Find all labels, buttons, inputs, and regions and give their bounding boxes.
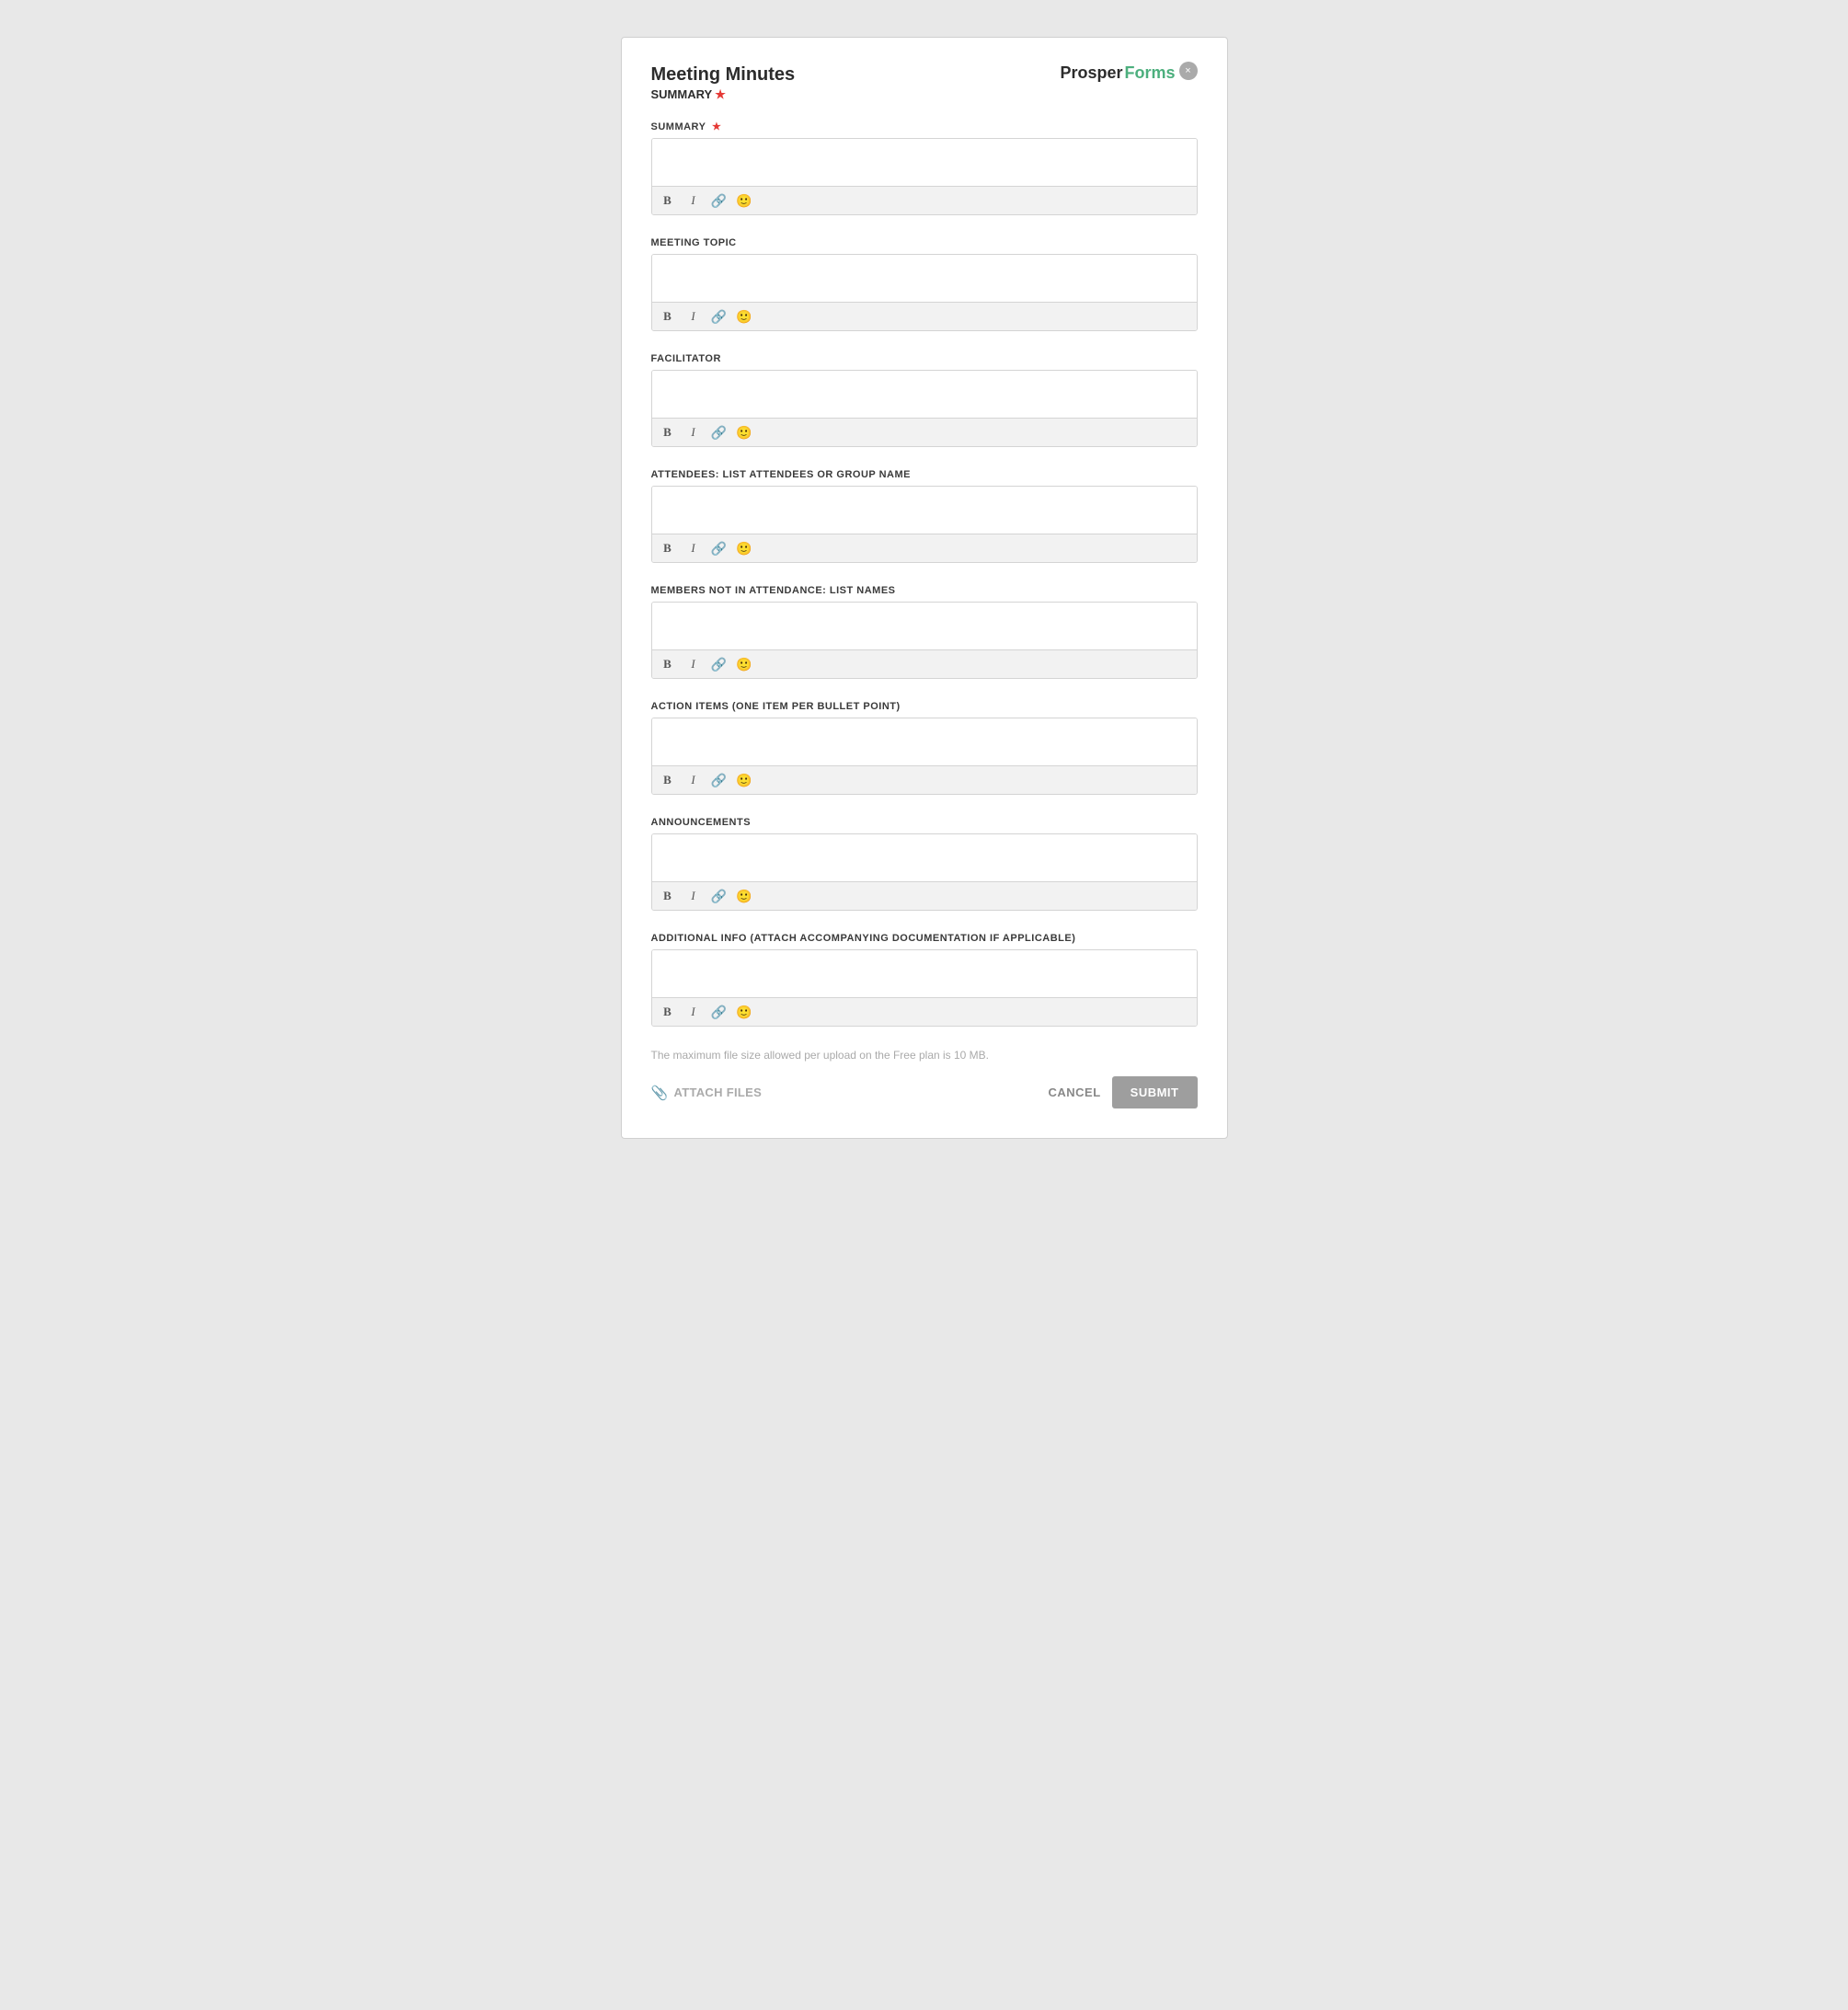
- italic-button[interactable]: I: [685, 887, 702, 905]
- form-header: Meeting Minutes SUMMARY★ ProsperForms ×: [651, 63, 1198, 102]
- editor-wrapper-additional_info: BI 🔗 🙂: [651, 949, 1198, 1027]
- toolbar-action_items: BI 🔗 🙂: [652, 765, 1197, 794]
- link-icon[interactable]: 🔗: [711, 1005, 727, 1020]
- editor-wrapper-announcements: BI 🔗 🙂: [651, 833, 1198, 911]
- italic-button[interactable]: I: [685, 191, 702, 210]
- logo-prosper: Prosper: [1060, 63, 1122, 83]
- header-right: ProsperForms ×: [1060, 63, 1197, 83]
- label-attendees: ATTENDEES: LIST ATTENDEES OR GROUP NAME: [651, 469, 1198, 480]
- field-group-members_not_attending: MEMBERS NOT IN ATTENDANCE: LIST NAMES BI 🔗…: [651, 585, 1198, 679]
- bold-button[interactable]: B: [660, 307, 676, 326]
- title-block: Meeting Minutes SUMMARY★: [651, 63, 796, 102]
- bold-button[interactable]: B: [660, 539, 676, 557]
- logo-forms: Forms: [1124, 63, 1175, 83]
- file-size-note: The maximum file size allowed per upload…: [651, 1049, 1198, 1062]
- link-icon[interactable]: 🔗: [711, 657, 727, 672]
- field-group-summary: SUMMARY ★ BI 🔗 🙂: [651, 121, 1198, 215]
- toolbar-attendees: BI 🔗 🙂: [652, 534, 1197, 562]
- submit-cancel-group: CANCEL SUBMIT: [1048, 1076, 1197, 1108]
- label-members_not_attending: MEMBERS NOT IN ATTENDANCE: LIST NAMES: [651, 585, 1198, 596]
- bold-button[interactable]: B: [660, 887, 676, 905]
- bold-button[interactable]: B: [660, 655, 676, 673]
- emoji-icon[interactable]: 🙂: [736, 1005, 752, 1020]
- submit-button[interactable]: SUBMIT: [1112, 1076, 1198, 1108]
- toolbar-meeting_topic: BI 🔗 🙂: [652, 302, 1197, 330]
- italic-button[interactable]: I: [685, 1003, 702, 1021]
- field-group-meeting_topic: MEETING TOPIC BI 🔗 🙂: [651, 237, 1198, 331]
- link-icon[interactable]: 🔗: [711, 773, 727, 788]
- form-container: Meeting Minutes SUMMARY★ ProsperForms × …: [621, 37, 1228, 1139]
- toolbar-facilitator: BI 🔗 🙂: [652, 418, 1197, 446]
- emoji-icon[interactable]: 🙂: [736, 193, 752, 209]
- emoji-icon[interactable]: 🙂: [736, 541, 752, 557]
- editor-wrapper-summary: BI 🔗 🙂: [651, 138, 1198, 215]
- link-icon[interactable]: 🔗: [711, 309, 727, 325]
- field-group-attendees: ATTENDEES: LIST ATTENDEES OR GROUP NAME B…: [651, 469, 1198, 563]
- required-indicator: ★: [715, 87, 726, 101]
- italic-button[interactable]: I: [685, 423, 702, 442]
- editor-wrapper-facilitator: BI 🔗 🙂: [651, 370, 1198, 447]
- italic-button[interactable]: I: [685, 771, 702, 789]
- toolbar-members_not_attending: BI 🔗 🙂: [652, 649, 1197, 678]
- link-icon[interactable]: 🔗: [711, 425, 727, 441]
- label-announcements: ANNOUNCEMENTS: [651, 817, 1198, 828]
- close-button[interactable]: ×: [1179, 62, 1198, 80]
- emoji-icon[interactable]: 🙂: [736, 657, 752, 672]
- field-group-additional_info: ADDITIONAL INFO (ATTACH ACCOMPANYING DOC…: [651, 933, 1198, 1027]
- editor-wrapper-action_items: BI 🔗 🙂: [651, 718, 1198, 795]
- bold-button[interactable]: B: [660, 191, 676, 210]
- italic-button[interactable]: I: [685, 539, 702, 557]
- textarea-additional_info[interactable]: [652, 950, 1197, 993]
- fields-container: SUMMARY ★BI🔗🙂MEETING TOPICBI🔗🙂FACILITATO…: [651, 121, 1198, 1027]
- required-indicator: ★: [708, 121, 721, 132]
- textarea-members_not_attending[interactable]: [652, 603, 1197, 645]
- logo: ProsperForms: [1060, 63, 1175, 83]
- label-meeting_topic: MEETING TOPIC: [651, 237, 1198, 248]
- editor-wrapper-members_not_attending: BI 🔗 🙂: [651, 602, 1198, 679]
- field-group-action_items: ACTION ITEMS (ONE ITEM PER BULLET POINT)…: [651, 701, 1198, 795]
- textarea-summary[interactable]: [652, 139, 1197, 181]
- textarea-facilitator[interactable]: [652, 371, 1197, 413]
- bold-button[interactable]: B: [660, 1003, 676, 1021]
- label-additional_info: ADDITIONAL INFO (ATTACH ACCOMPANYING DOC…: [651, 933, 1198, 944]
- label-facilitator: FACILITATOR: [651, 353, 1198, 364]
- link-icon[interactable]: 🔗: [711, 193, 727, 209]
- bold-button[interactable]: B: [660, 423, 676, 442]
- italic-button[interactable]: I: [685, 655, 702, 673]
- textarea-announcements[interactable]: [652, 834, 1197, 877]
- attach-label: ATTACH FILES: [673, 1085, 762, 1099]
- cancel-button[interactable]: CANCEL: [1048, 1085, 1100, 1099]
- toolbar-summary: BI 🔗 🙂: [652, 186, 1197, 214]
- textarea-meeting_topic[interactable]: [652, 255, 1197, 297]
- attach-files-button[interactable]: 📎 ATTACH FILES: [651, 1085, 763, 1101]
- textarea-action_items[interactable]: [652, 718, 1197, 761]
- label-action_items: ACTION ITEMS (ONE ITEM PER BULLET POINT): [651, 701, 1198, 712]
- toolbar-announcements: BI 🔗 🙂: [652, 881, 1197, 910]
- link-icon[interactable]: 🔗: [711, 541, 727, 557]
- emoji-icon[interactable]: 🙂: [736, 425, 752, 441]
- editor-wrapper-meeting_topic: BI 🔗 🙂: [651, 254, 1198, 331]
- label-summary: SUMMARY ★: [651, 121, 1198, 132]
- emoji-icon[interactable]: 🙂: [736, 309, 752, 325]
- toolbar-additional_info: BI 🔗 🙂: [652, 997, 1197, 1026]
- emoji-icon[interactable]: 🙂: [736, 889, 752, 904]
- field-group-announcements: ANNOUNCEMENTS BI 🔗 🙂: [651, 817, 1198, 911]
- link-icon[interactable]: 🔗: [711, 889, 727, 904]
- emoji-icon[interactable]: 🙂: [736, 773, 752, 788]
- form-subtitle: SUMMARY★: [651, 87, 796, 102]
- paperclip-icon: 📎: [651, 1085, 669, 1101]
- italic-button[interactable]: I: [685, 307, 702, 326]
- textarea-attendees[interactable]: [652, 487, 1197, 529]
- form-title: Meeting Minutes: [651, 63, 796, 86]
- bold-button[interactable]: B: [660, 771, 676, 789]
- editor-wrapper-attendees: BI 🔗 🙂: [651, 486, 1198, 563]
- field-group-facilitator: FACILITATOR BI 🔗 🙂: [651, 353, 1198, 447]
- footer-actions: 📎 ATTACH FILES CANCEL SUBMIT: [651, 1076, 1198, 1108]
